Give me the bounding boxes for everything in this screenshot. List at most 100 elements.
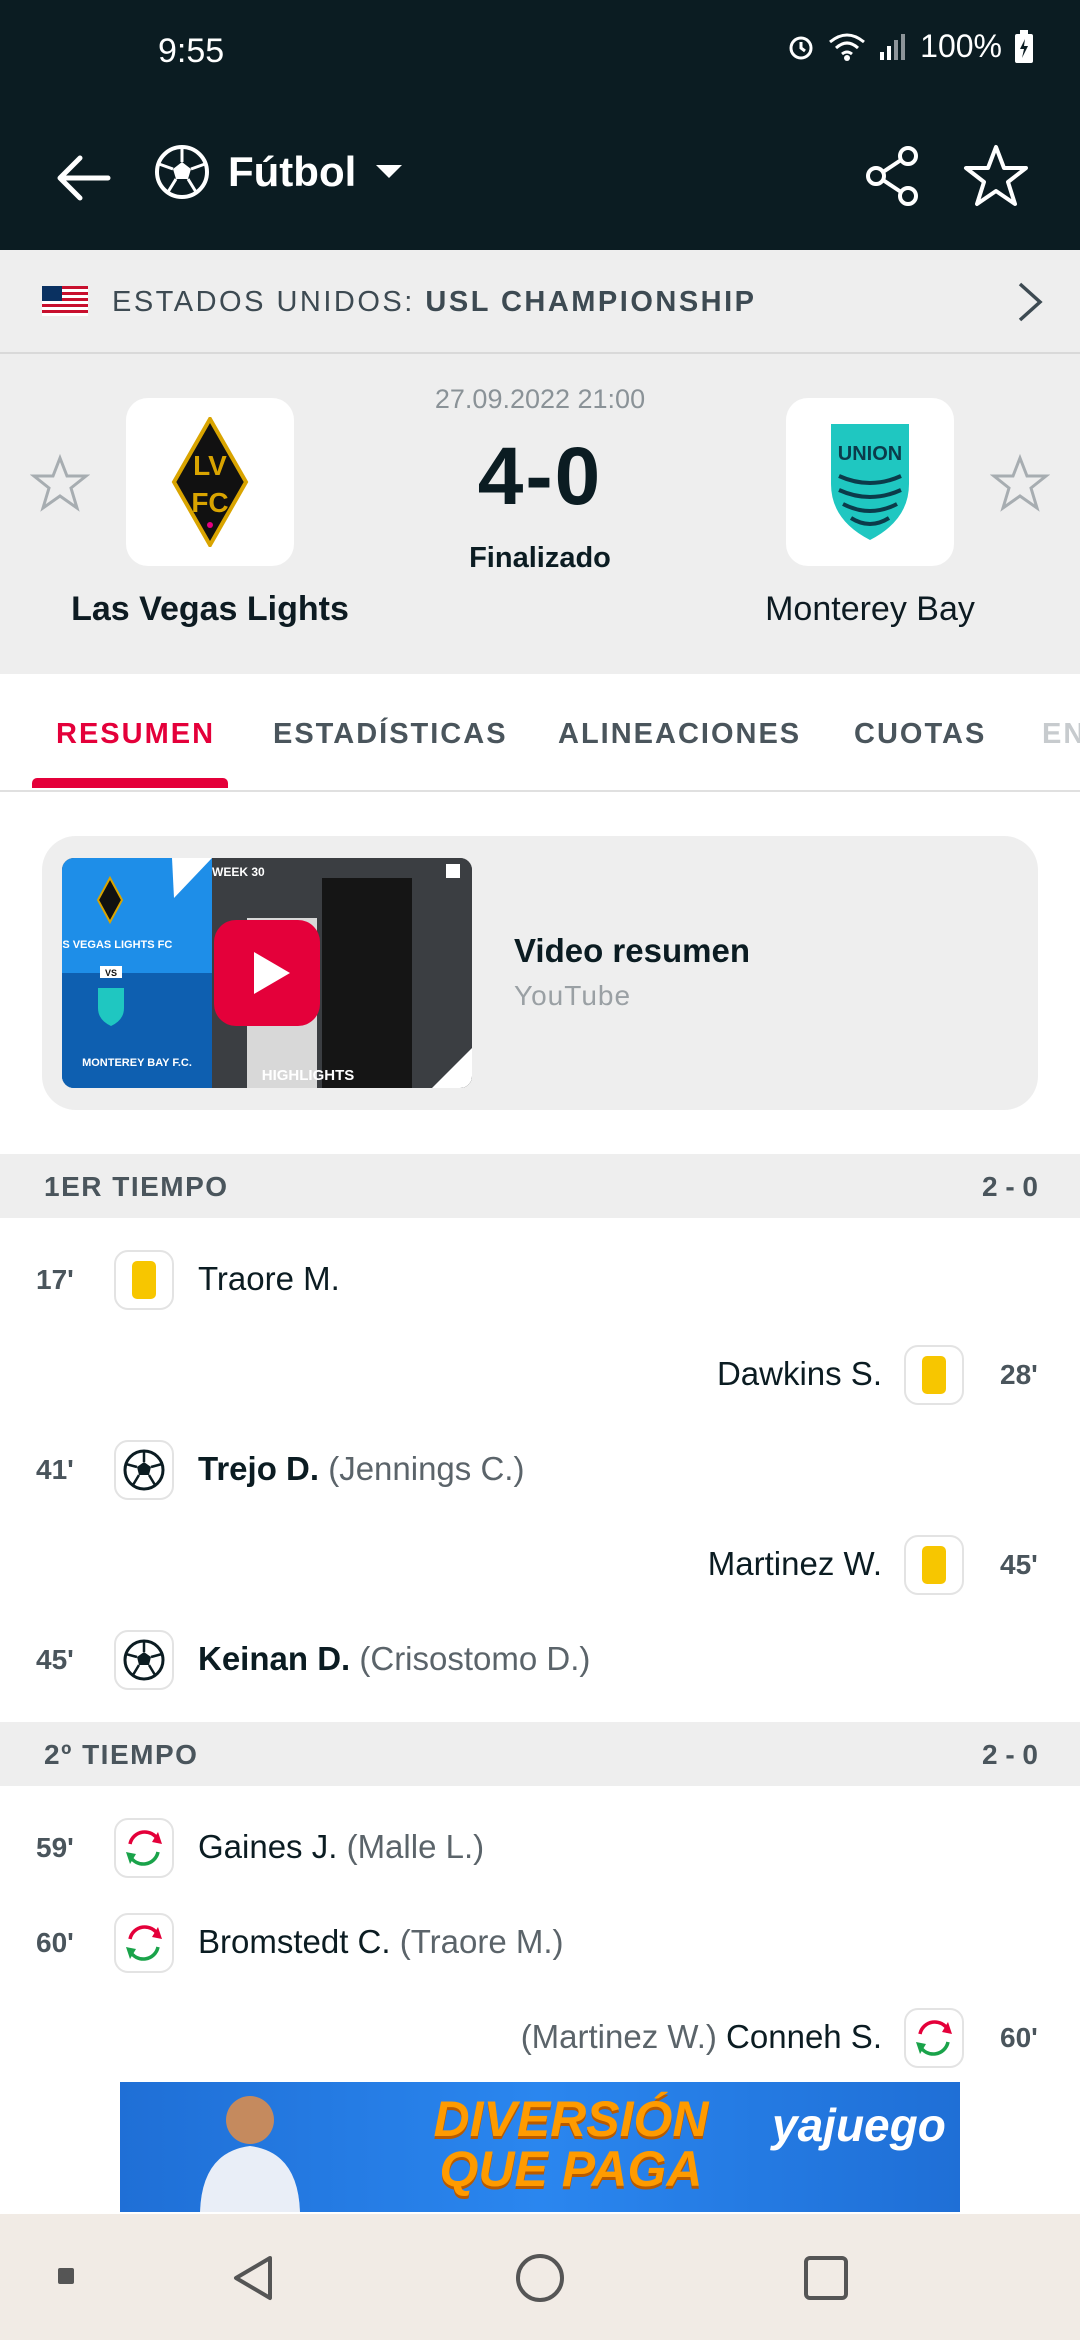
away-team-star-icon[interactable] bbox=[990, 454, 1050, 514]
favorite-star-icon[interactable] bbox=[962, 142, 1030, 210]
battery-icon bbox=[1015, 29, 1033, 63]
goal-ball-icon bbox=[114, 1630, 174, 1690]
event-minute: 41' bbox=[36, 1454, 74, 1485]
video-summary-card[interactable]: LAS VEGAS LIGHTS FC VS MONTEREY BAY F.C.… bbox=[42, 836, 1038, 1110]
svg-text:LV: LV bbox=[193, 450, 227, 481]
video-title: Video resumen bbox=[514, 932, 750, 969]
event-row: 17' Traore M. bbox=[0, 1240, 1080, 1320]
event-player: Trejo D. bbox=[198, 1450, 320, 1487]
nav-dot-icon bbox=[58, 2268, 74, 2284]
nav-recents-icon[interactable] bbox=[802, 2254, 850, 2302]
event-row: 41' Trejo D. (Jennings C.) bbox=[0, 1430, 1080, 1510]
thumb-vs: VS bbox=[105, 968, 117, 978]
event-minute: 59' bbox=[36, 1832, 74, 1863]
event-player-line: Bromstedt C. (Traore M.) bbox=[198, 1923, 564, 1961]
tab-estadisticas[interactable]: ESTADÍSTICAS bbox=[273, 718, 508, 751]
first-half-label: 1ER TIEMPO bbox=[44, 1171, 229, 1202]
event-assist: (Malle L.) bbox=[346, 1828, 485, 1865]
event-assist: (Jennings C.) bbox=[328, 1450, 525, 1487]
thumb-away-text: MONTEREY BAY F.C. bbox=[82, 1057, 192, 1069]
app-header: Fútbol bbox=[0, 104, 1080, 250]
monterey-bay-logo: UNION bbox=[831, 424, 909, 540]
match-score: 4-0 bbox=[477, 431, 603, 522]
event-minute: 45' bbox=[36, 1644, 74, 1675]
nav-home-icon[interactable] bbox=[514, 2252, 566, 2304]
usa-flag-icon bbox=[42, 286, 88, 316]
tab-en[interactable]: EN bbox=[1042, 718, 1080, 751]
event-assist: (Crisostomo D.) bbox=[359, 1640, 591, 1677]
substitution-icon bbox=[114, 1818, 174, 1878]
nav-back-icon[interactable] bbox=[230, 2254, 274, 2302]
tab-resumen[interactable]: RESUMEN bbox=[56, 718, 215, 751]
thumb-week: WEEK 30 bbox=[212, 865, 265, 879]
active-tab-indicator bbox=[32, 778, 228, 788]
away-team-logo[interactable]: UNION bbox=[786, 398, 954, 566]
status-bar: 9:55 100% bbox=[0, 0, 1080, 104]
event-player-line: Keinan D. (Crisostomo D.) bbox=[198, 1640, 590, 1678]
yellow-card-icon bbox=[114, 1250, 174, 1310]
event-player: Conneh S. bbox=[726, 2018, 882, 2055]
event-assist: (Traore M.) bbox=[399, 1923, 564, 1960]
event-row: 60' Bromstedt C. (Traore M.) bbox=[0, 1903, 1080, 1983]
las-vegas-lights-logo: LV FC bbox=[171, 417, 249, 547]
status-icons: 100% bbox=[786, 28, 1034, 65]
ad-brand: yajuego bbox=[772, 2099, 946, 2151]
svg-text:UNION: UNION bbox=[838, 443, 902, 465]
first-half-score: 2 - 0 bbox=[981, 1171, 1038, 1202]
chevron-down-icon bbox=[376, 165, 403, 178]
second-half-score: 2 - 0 bbox=[981, 1739, 1038, 1770]
event-row: Dawkins S. 28' bbox=[0, 1335, 1080, 1415]
second-half-label: 2º TIEMPO bbox=[44, 1739, 199, 1770]
video-source: YouTube bbox=[514, 980, 632, 1011]
event-row: 45' Keinan D. (Crisostomo D.) bbox=[0, 1620, 1080, 1700]
event-player-line: (Martinez W.) Conneh S. bbox=[521, 2018, 882, 2056]
ad-banner[interactable]: DIVERSIÓN QUE PAGA yajuego bbox=[120, 2082, 960, 2212]
wifi-icon bbox=[829, 33, 866, 61]
home-team-name[interactable]: Las Vegas Lights bbox=[40, 590, 380, 629]
soccer-ball-icon bbox=[155, 145, 209, 199]
match-header: LV FC Las Vegas Lights 27.09.2022 21:00 … bbox=[0, 354, 1080, 674]
back-arrow-icon[interactable] bbox=[52, 148, 112, 208]
sport-label: Fútbol bbox=[228, 148, 357, 195]
event-row: Martinez W. 45' bbox=[0, 1525, 1080, 1605]
home-team-logo[interactable]: LV FC bbox=[126, 398, 294, 566]
event-assist: (Martinez W.) bbox=[520, 2018, 717, 2055]
second-half-header: 2º TIEMPO 2 - 0 bbox=[0, 1722, 1080, 1786]
sport-selector[interactable]: Fútbol bbox=[154, 144, 404, 200]
system-nav-bar bbox=[0, 2214, 1080, 2340]
tab-alineaciones[interactable]: ALINEACIONES bbox=[558, 718, 801, 751]
event-player: Martinez W. bbox=[707, 1545, 882, 1582]
yellow-card-icon bbox=[904, 1535, 964, 1595]
home-team-star-icon[interactable] bbox=[30, 454, 90, 514]
event-player: Dawkins S. bbox=[716, 1355, 882, 1392]
event-minute: 60' bbox=[36, 1927, 74, 1958]
first-half-header: 1ER TIEMPO 2 - 0 bbox=[0, 1154, 1080, 1218]
goal-ball-icon bbox=[114, 1440, 174, 1500]
substitution-icon bbox=[114, 1913, 174, 1973]
away-team-name[interactable]: Monterey Bay bbox=[700, 590, 1040, 629]
event-player: Bromstedt C. bbox=[198, 1923, 391, 1960]
thumb-highlights: HIGHLIGHTS bbox=[262, 1067, 355, 1084]
event-minute: 28' bbox=[1000, 1359, 1038, 1390]
event-row: 59' Gaines J. (Malle L.) bbox=[0, 1808, 1080, 1888]
league-country: ESTADOS UNIDOS: bbox=[112, 286, 415, 318]
play-icon[interactable] bbox=[214, 920, 320, 1026]
league-row[interactable]: ESTADOS UNIDOS: USL CHAMPIONSHIP bbox=[0, 250, 1080, 354]
match-tabs: RESUMEN ESTADÍSTICAS ALINEACIONES CUOTAS… bbox=[0, 674, 1080, 792]
yellow-card-icon bbox=[904, 1345, 964, 1405]
ad-person-image bbox=[200, 2096, 300, 2212]
event-minute: 60' bbox=[1000, 2022, 1038, 2053]
event-player-line: Trejo D. (Jennings C.) bbox=[198, 1450, 524, 1488]
substitution-icon bbox=[904, 2008, 964, 2068]
ad-headline: DIVERSIÓN QUE PAGA bbox=[433, 2091, 709, 2197]
chevron-right-icon bbox=[1018, 282, 1043, 322]
share-icon[interactable] bbox=[862, 144, 922, 208]
league-name: ESTADOS UNIDOS: USL CHAMPIONSHIP bbox=[112, 286, 757, 319]
tab-cuotas[interactable]: CUOTAS bbox=[854, 718, 986, 751]
event-player: Traore M. bbox=[198, 1260, 340, 1297]
event-minute: 17' bbox=[36, 1264, 74, 1295]
battery-percent: 100% bbox=[920, 28, 1002, 64]
match-status: Finalizado bbox=[469, 542, 611, 574]
video-thumbnail[interactable]: LAS VEGAS LIGHTS FC VS MONTEREY BAY F.C.… bbox=[62, 858, 472, 1088]
thumb-home-text: LAS VEGAS LIGHTS FC bbox=[62, 939, 172, 951]
